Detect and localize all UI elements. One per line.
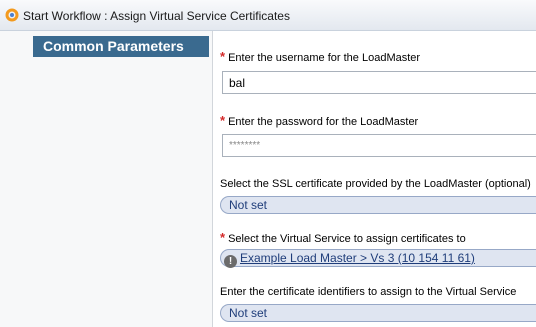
ssl-certificate-value: Not set	[229, 198, 268, 212]
required-star-icon: *	[220, 49, 226, 64]
password-label: * Enter the password for the LoadMaster	[220, 113, 419, 128]
ssl-certificate-label: Select the SSL certificate provided by t…	[220, 178, 531, 190]
virtual-service-selector[interactable]: ! Example Load Master > Vs 3 (10 154 11 6…	[220, 249, 536, 268]
sidebar: Common Parameters	[0, 31, 213, 327]
cert-identifiers-value: Not set	[229, 306, 268, 320]
form-panel: *Enter the username for the LoadMaster *…	[214, 31, 536, 327]
virtual-service-value[interactable]: Example Load Master > Vs 3 (10 154 11 61…	[240, 251, 475, 265]
cert-identifiers-selector[interactable]: Not set	[220, 304, 536, 322]
ssl-certificate-selector[interactable]: Not set	[220, 196, 536, 214]
window-title: Start Workflow : Assign Virtual Service …	[23, 9, 290, 23]
sidebar-item-common-parameters[interactable]: Common Parameters	[33, 36, 209, 57]
title-bar: Start Workflow : Assign Virtual Service …	[0, 0, 536, 31]
cert-identifiers-label: Enter the certificate identifiers to ass…	[220, 286, 517, 298]
workflow-ring-icon	[5, 8, 19, 22]
username-label: * Enter the username for the LoadMaster	[220, 49, 421, 64]
password-field[interactable]	[222, 134, 536, 157]
info-icon: !	[224, 255, 237, 268]
username-field[interactable]	[222, 71, 536, 94]
required-star-icon: *	[220, 230, 226, 245]
virtual-service-label: * Select the Virtual Service to assign ce…	[220, 230, 466, 245]
required-star-icon: *	[220, 113, 226, 128]
